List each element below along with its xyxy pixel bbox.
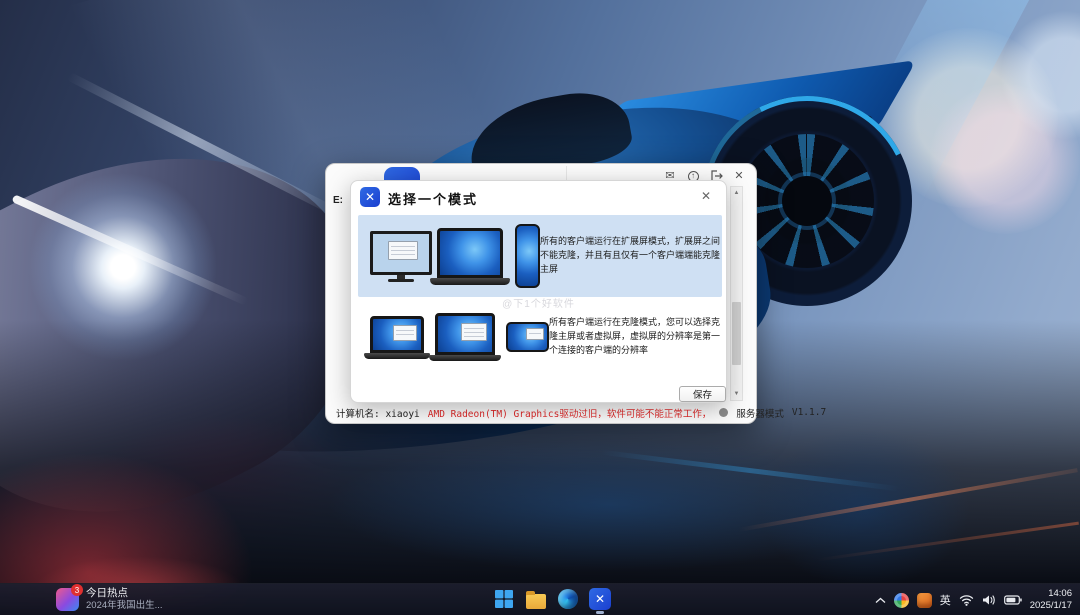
clock[interactable]: 14:06 2025/1/17 [1030, 588, 1072, 613]
mode-option-clone[interactable]: 所有客户端运行在克隆模式，您可以选择克隆主屏或者虚拟屏，虚拟屏的分辨率是第一个连… [358, 306, 722, 368]
desktop: E: ✉ ↑ ✕ ▲ ▼ 计算机名: xiaoyi AMD Radeon(TM)… [0, 0, 1080, 615]
scrollbar-thumb[interactable] [732, 302, 741, 365]
laptop-thumbnail [429, 313, 501, 361]
close-window-icon[interactable]: ✕ [732, 169, 746, 183]
phone-thumbnail [506, 322, 549, 352]
taskbar-center-icons: ✕ [492, 588, 612, 614]
dialog-title: 选择一个模式 [388, 192, 479, 207]
tray-time: 14:06 [1048, 587, 1072, 599]
scrollbar-down-icon[interactable]: ▼ [731, 388, 742, 400]
server-mode-label: 服务器模式 [736, 408, 784, 420]
mode-option-extend[interactable]: 所有的客户端运行在扩展屏模式，扩展屏之间不能克隆，并且有且仅有一个客户端端能克隆… [358, 215, 722, 297]
driver-warning: AMD Radeon(TM) Graphics驱动过旧，软件可能不能正常工作， [427, 408, 712, 420]
start-button[interactable] [492, 588, 516, 614]
dialog-logo-icon: ✕ [360, 187, 380, 207]
titlebar-divider [566, 166, 567, 181]
save-button[interactable]: 保存 [679, 386, 726, 402]
tray-chevron-up-icon[interactable] [875, 597, 886, 604]
clone-mode-devices [358, 313, 549, 361]
speaker-icon[interactable] [982, 594, 996, 606]
folder-icon [526, 590, 546, 609]
system-tray: 英 14:06 2025/1/17 [875, 584, 1072, 615]
news-subtitle: 2024年我国出生... [86, 600, 163, 612]
file-explorer-button[interactable] [524, 588, 548, 614]
wifi-icon[interactable] [959, 594, 974, 606]
tray-date: 2025/1/17 [1029, 600, 1072, 611]
screen-app-icon: ✕ [589, 588, 611, 610]
edge-browser-button[interactable] [556, 588, 580, 614]
choose-mode-dialog: ✕ 选择一个模式 ✕ 所有的客户端运行在扩展屏模式，扩展屏之间不能克隆，并且有且… [350, 180, 727, 403]
edge-icon [558, 589, 578, 609]
news-title: 今日热点 [86, 587, 128, 599]
news-widget-icon: 3 [56, 584, 83, 611]
laptop-thumbnail [430, 227, 510, 285]
mode-indicator-icon [719, 408, 729, 417]
version-label: V1.1.7 [791, 407, 827, 418]
monitor-thumbnail [370, 230, 432, 282]
active-app-indicator [596, 611, 604, 614]
laptop-thumbnail [364, 315, 430, 359]
extend-mode-description: 所有的客户端运行在扩展屏模式，扩展屏之间不能克隆，并且有且仅有一个客户端端能克隆… [540, 236, 721, 274]
status-bar: 计算机名: xiaoyi AMD Radeon(TM) Graphics驱动过旧… [336, 406, 826, 420]
dialog-close-icon[interactable]: ✕ [698, 188, 714, 204]
notification-badge: 3 [71, 584, 83, 596]
windows-start-icon [493, 588, 515, 610]
news-widget[interactable]: 3 今日热点 2024年我国出生... [56, 584, 163, 612]
taskbar: 3 今日热点 2024年我国出生... ✕ 英 14:06 2025/1/17 [0, 583, 1080, 615]
phone-thumbnail [515, 224, 540, 288]
drive-label: E: [333, 195, 343, 206]
tray-pinwheel-icon[interactable] [893, 592, 909, 608]
computer-name: 计算机名: xiaoyi [336, 408, 420, 420]
extend-mode-devices [358, 224, 540, 288]
tray-orange-app-icon[interactable] [916, 592, 932, 608]
dialog-header: ✕ 选择一个模式 ✕ [351, 181, 726, 213]
news-widget-text: 今日热点 2024年我国出生... [86, 587, 163, 612]
screen-app-button[interactable]: ✕ [588, 588, 612, 614]
clone-mode-description: 所有客户端运行在克隆模式，您可以选择克隆主屏或者虚拟屏，虚拟屏的分辨率是第一个连… [549, 317, 721, 355]
scrollbar[interactable]: ▲ ▼ [730, 186, 743, 401]
scrollbar-up-icon[interactable]: ▲ [731, 187, 742, 199]
battery-icon[interactable] [1003, 595, 1022, 605]
input-language-indicator[interactable]: 英 [940, 592, 951, 608]
